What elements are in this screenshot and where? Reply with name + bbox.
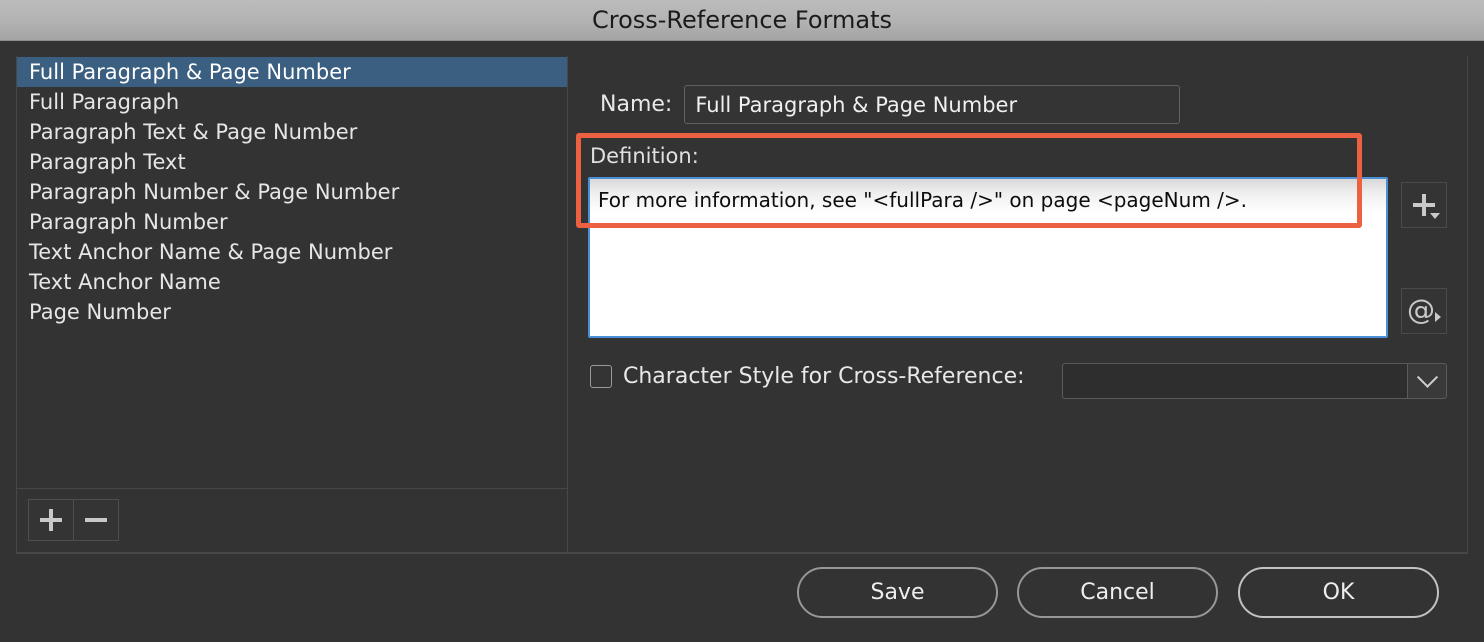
list-item[interactable]: Full Paragraph & Page Number bbox=[17, 57, 567, 87]
list-item[interactable]: Paragraph Number & Page Number bbox=[17, 177, 567, 207]
footer-divider bbox=[16, 553, 1468, 554]
minus-icon bbox=[85, 509, 107, 531]
list-bottom-divider bbox=[17, 488, 567, 489]
chevron-down-icon bbox=[1430, 213, 1440, 219]
list-item[interactable]: Page Number bbox=[17, 297, 567, 327]
definition-input[interactable]: For more information, see "<fullPara />"… bbox=[588, 177, 1388, 338]
character-style-value bbox=[1062, 363, 1407, 399]
dropdown-arrow[interactable] bbox=[1407, 363, 1447, 399]
save-button[interactable]: Save bbox=[797, 567, 998, 618]
character-style-checkbox[interactable] bbox=[590, 365, 612, 388]
list-item[interactable]: Text Anchor Name bbox=[17, 267, 567, 297]
chevron-right-icon bbox=[1435, 312, 1441, 322]
list-item[interactable]: Full Paragraph bbox=[17, 87, 567, 117]
format-list[interactable]: Full Paragraph & Page NumberFull Paragra… bbox=[17, 57, 567, 487]
remove-format-button[interactable] bbox=[73, 499, 119, 541]
insert-special-character-button[interactable]: @ bbox=[1401, 288, 1447, 334]
cancel-button[interactable]: Cancel bbox=[1017, 567, 1218, 618]
ok-button[interactable]: OK bbox=[1238, 567, 1439, 618]
window-title: Cross-Reference Formats bbox=[0, 0, 1484, 40]
name-input[interactable] bbox=[684, 85, 1180, 124]
name-row: Name: bbox=[600, 85, 1180, 124]
chevron-down-icon bbox=[1416, 366, 1437, 387]
list-item[interactable]: Paragraph Text & Page Number bbox=[17, 117, 567, 147]
character-style-dropdown[interactable] bbox=[1062, 363, 1447, 399]
name-label: Name: bbox=[600, 92, 672, 117]
definition-text: For more information, see "<fullPara />"… bbox=[598, 187, 1376, 213]
list-item[interactable]: Paragraph Number bbox=[17, 207, 567, 237]
definition-label: Definition: bbox=[590, 144, 699, 168]
plus-icon bbox=[40, 509, 62, 531]
character-style-label: Character Style for Cross-Reference: bbox=[623, 364, 1025, 389]
vertical-divider bbox=[567, 56, 568, 554]
list-action-buttons bbox=[28, 499, 119, 541]
add-format-button[interactable] bbox=[28, 499, 74, 541]
list-item[interactable]: Text Anchor Name & Page Number bbox=[17, 237, 567, 267]
cross-reference-formats-dialog: Cross-Reference Formats Full Paragraph &… bbox=[0, 0, 1484, 642]
list-item[interactable]: Paragraph Text bbox=[17, 147, 567, 177]
title-bar: Cross-Reference Formats bbox=[0, 0, 1484, 41]
character-style-row: Character Style for Cross-Reference: bbox=[590, 364, 1025, 389]
at-sign-icon: @ bbox=[1407, 296, 1435, 324]
insert-building-block-button[interactable] bbox=[1401, 182, 1447, 228]
